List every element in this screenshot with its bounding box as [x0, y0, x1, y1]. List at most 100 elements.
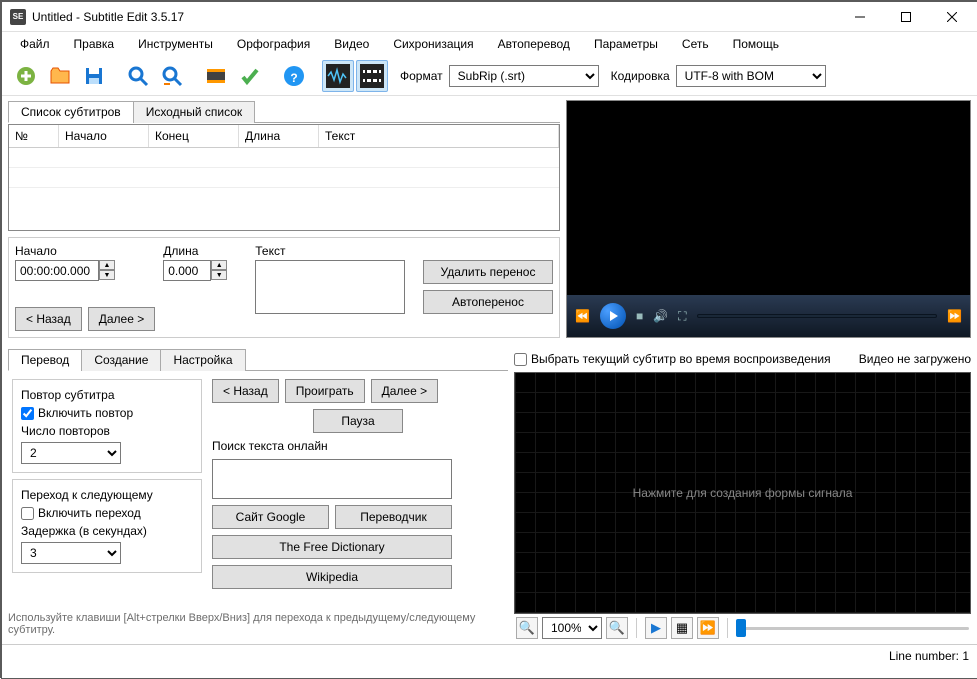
tab-create[interactable]: Создание	[81, 349, 161, 371]
video-player[interactable]: ⏪ ■ 🔊 ⛶ ⏩	[566, 100, 971, 338]
prev-button[interactable]: < Назад	[15, 307, 82, 331]
position-slider[interactable]	[736, 619, 969, 637]
format-select[interactable]: SubRip (.srt)	[449, 65, 599, 87]
menu-net[interactable]: Сеть	[672, 35, 719, 53]
menu-video[interactable]: Видео	[324, 35, 379, 53]
col-duration[interactable]: Длина	[239, 125, 319, 147]
start-label: Начало	[15, 244, 155, 258]
goto-checkbox[interactable]	[21, 507, 34, 520]
search-label: Поиск текста онлайн	[212, 439, 504, 453]
col-text[interactable]: Текст	[319, 125, 559, 147]
tab-adjust[interactable]: Настройка	[160, 349, 245, 371]
duration-input[interactable]	[163, 260, 211, 281]
duration-label: Длина	[163, 244, 227, 258]
trans-play-button[interactable]: Проиграть	[285, 379, 365, 403]
menu-sync[interactable]: Сихронизация	[383, 35, 483, 53]
repeat-count-select[interactable]: 2	[21, 442, 121, 464]
next-button[interactable]: Далее >	[88, 307, 156, 331]
status-line: Line number: 1	[889, 649, 969, 663]
spellcheck-icon[interactable]	[234, 60, 266, 92]
play-icon[interactable]	[600, 303, 626, 329]
goto-title: Переход к следующему	[21, 488, 193, 502]
start-down[interactable]: ▼	[99, 270, 115, 280]
repeat-title: Повтор субтитра	[21, 388, 193, 402]
find-icon[interactable]	[122, 60, 154, 92]
seek-bar[interactable]	[697, 314, 937, 318]
menu-file[interactable]: Файл	[10, 35, 60, 53]
app-icon: SE	[10, 9, 26, 25]
menubar: Файл Правка Инструменты Орфография Видео…	[2, 32, 977, 56]
table-row[interactable]	[9, 168, 559, 188]
window-title: Untitled - Subtitle Edit 3.5.17	[32, 10, 837, 24]
save-icon[interactable]	[78, 60, 110, 92]
repeat-checkbox[interactable]	[21, 407, 34, 420]
start-time-input[interactable]	[15, 260, 99, 281]
tfd-button[interactable]: The Free Dictionary	[212, 535, 452, 559]
menu-spell[interactable]: Орфография	[227, 35, 320, 53]
video-toggle-icon[interactable]	[356, 60, 388, 92]
col-end[interactable]: Конец	[149, 125, 239, 147]
col-start[interactable]: Начало	[59, 125, 149, 147]
search-text-input[interactable]	[212, 459, 452, 499]
repeat-count-label: Число повторов	[21, 424, 193, 438]
wf-grid-icon[interactable]: ▦	[671, 617, 693, 639]
menu-autotrans[interactable]: Автоперевод	[488, 35, 580, 53]
select-current[interactable]: Выбрать текущий субтитр во время воспрои…	[514, 352, 831, 366]
tab-subtitle-list[interactable]: Список субтитров	[8, 101, 134, 123]
minimize-button[interactable]	[837, 2, 883, 32]
repeat-enable[interactable]: Включить повтор	[21, 406, 193, 420]
subtitle-text-input[interactable]	[255, 260, 405, 314]
trans-next-button[interactable]: Далее >	[371, 379, 439, 403]
visual-sync-icon[interactable]	[200, 60, 232, 92]
subtitle-grid[interactable]: № Начало Конец Длина Текст	[8, 124, 560, 231]
select-current-checkbox[interactable]	[514, 353, 527, 366]
close-button[interactable]	[929, 2, 975, 32]
tab-translate[interactable]: Перевод	[8, 349, 82, 371]
zoom-in-icon[interactable]: 🔍	[606, 617, 628, 639]
waveform-toggle-icon[interactable]	[322, 60, 354, 92]
dur-up[interactable]: ▲	[211, 260, 227, 270]
goto-delay-label: Задержка (в секундах)	[21, 524, 193, 538]
encoding-label: Кодировка	[611, 69, 670, 83]
toolbar: ? Формат SubRip (.srt) Кодировка UTF-8 w…	[2, 56, 977, 96]
zoom-out-icon[interactable]: 🔍	[516, 617, 538, 639]
help-icon[interactable]: ?	[278, 60, 310, 92]
replace-icon[interactable]	[156, 60, 188, 92]
tab-source-list[interactable]: Исходный список	[133, 101, 255, 123]
volume-icon[interactable]: 🔊	[653, 309, 668, 323]
remove-break-button[interactable]: Удалить перенос	[423, 260, 553, 284]
goto-group: Переход к следующему Включить переход За…	[12, 479, 202, 573]
table-row[interactable]	[9, 148, 559, 168]
rewind-icon[interactable]: ⏪	[575, 309, 590, 323]
video-not-loaded: Видео не загружено	[859, 352, 971, 366]
start-up[interactable]: ▲	[99, 260, 115, 270]
fullscreen-icon[interactable]: ⛶	[678, 309, 686, 324]
stop-icon[interactable]: ■	[636, 309, 643, 323]
menu-help[interactable]: Помощь	[723, 35, 789, 53]
goto-delay-select[interactable]: 3	[21, 542, 121, 564]
auto-break-button[interactable]: Автоперенос	[423, 290, 553, 314]
menu-edit[interactable]: Правка	[64, 35, 125, 53]
menu-tools[interactable]: Инструменты	[128, 35, 223, 53]
translator-button[interactable]: Переводчик	[335, 505, 452, 529]
new-icon[interactable]	[10, 60, 42, 92]
trans-prev-button[interactable]: < Назад	[212, 379, 279, 403]
open-icon[interactable]	[44, 60, 76, 92]
wf-play-icon[interactable]: ▶	[645, 617, 667, 639]
google-button[interactable]: Сайт Google	[212, 505, 329, 529]
trans-pause-button[interactable]: Пауза	[313, 409, 403, 433]
waveform-area[interactable]: Нажмите для создания формы сигнала	[514, 372, 971, 614]
zoom-select[interactable]: 100%	[542, 617, 602, 639]
format-label: Формат	[400, 69, 443, 83]
keyboard-hint: Используйте клавиши [Alt+стрелки Вверх/В…	[8, 608, 508, 640]
dur-down[interactable]: ▼	[211, 270, 227, 280]
maximize-button[interactable]	[883, 2, 929, 32]
wf-ff-icon[interactable]: ⏩	[697, 617, 719, 639]
goto-enable[interactable]: Включить переход	[21, 506, 193, 520]
col-num[interactable]: №	[9, 125, 59, 147]
wiki-button[interactable]: Wikipedia	[212, 565, 452, 589]
encoding-select[interactable]: UTF-8 with BOM	[676, 65, 826, 87]
menu-options[interactable]: Параметры	[584, 35, 668, 53]
waveform-hint: Нажмите для создания формы сигнала	[633, 486, 853, 500]
forward-icon[interactable]: ⏩	[947, 309, 962, 323]
